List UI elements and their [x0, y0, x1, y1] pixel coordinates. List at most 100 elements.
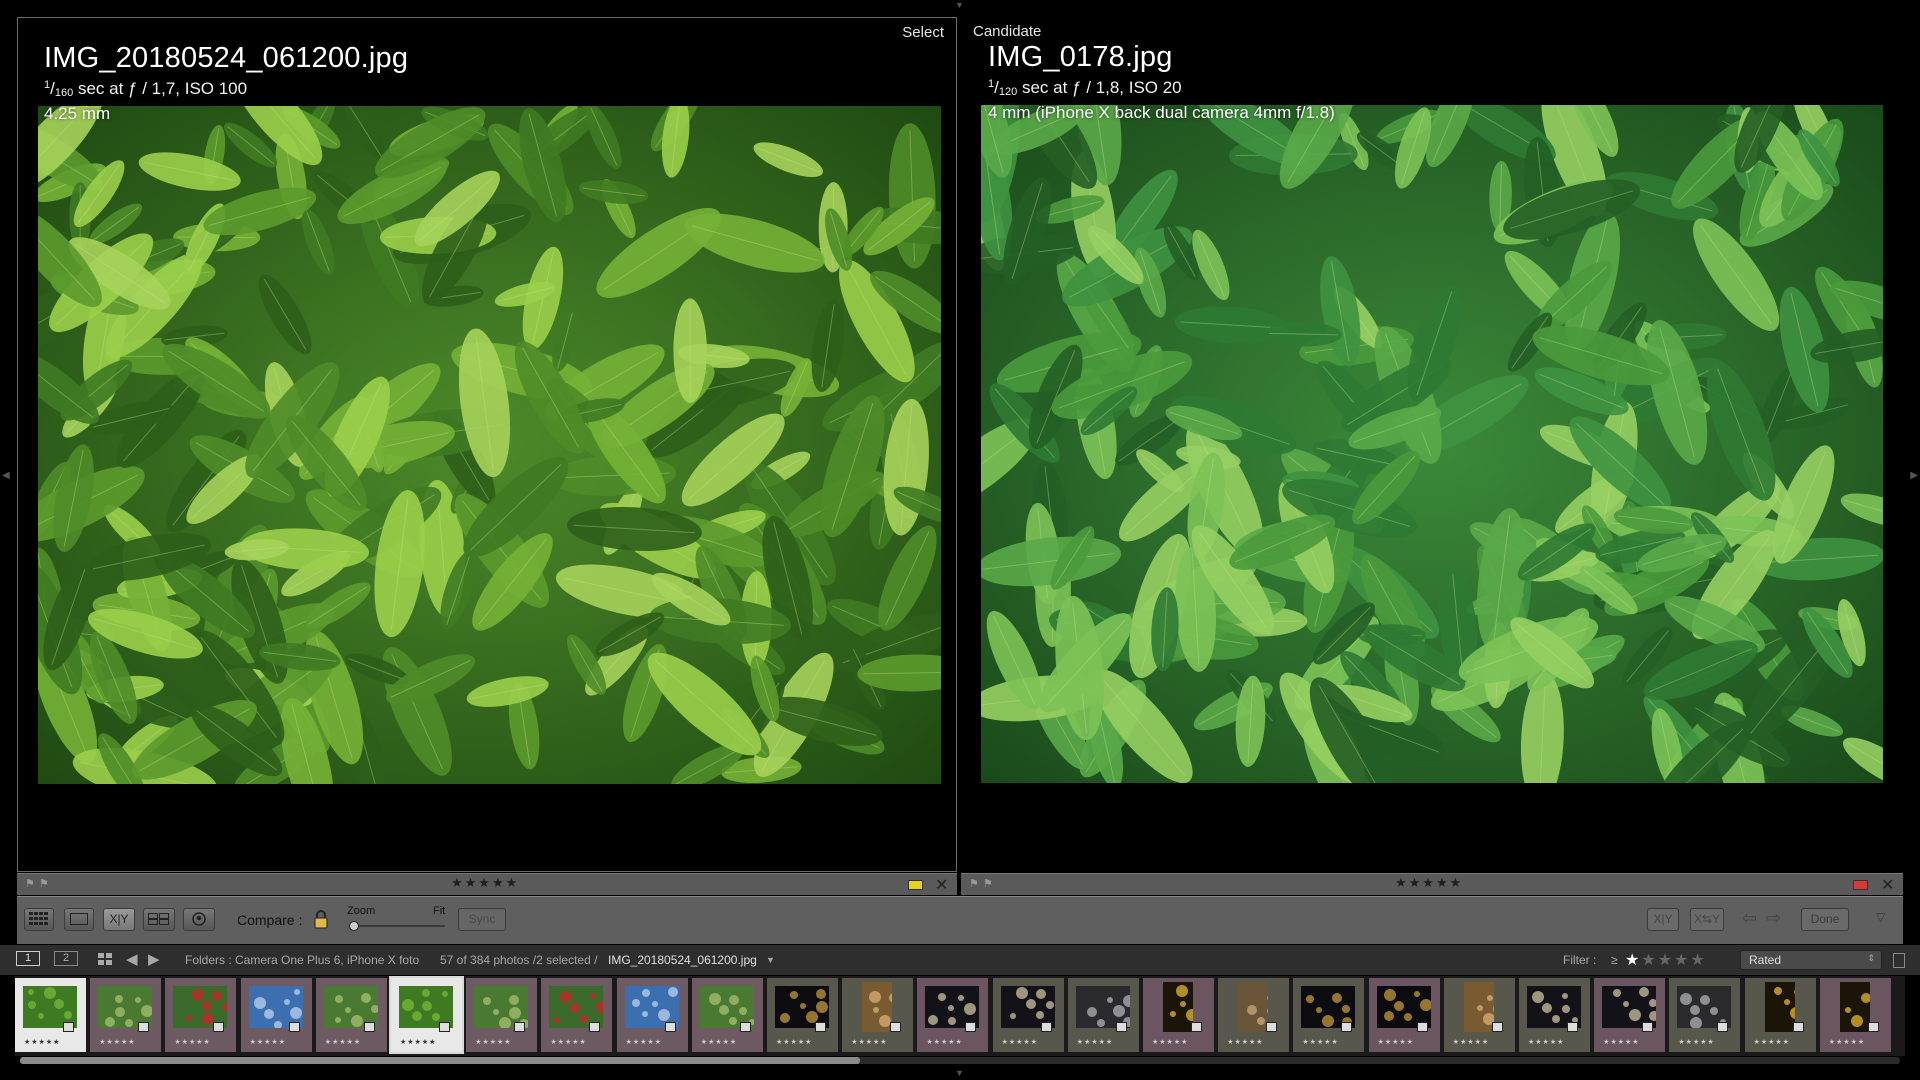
filmstrip-thumbnail[interactable]: ★★★★★ — [1669, 978, 1741, 1052]
metadata-badge-icon — [739, 1022, 751, 1032]
candidate-close-icon[interactable]: ✕ — [1881, 875, 1894, 895]
filmstrip-thumbnail[interactable]: ★★★★★ — [842, 978, 914, 1052]
thumbnail-image — [1163, 982, 1193, 1032]
flag-icon[interactable]: ⚑ — [25, 879, 35, 890]
back-arrow-icon[interactable]: ◀ — [126, 950, 138, 968]
filter-star[interactable]: ★ — [1690, 952, 1706, 969]
sync-button[interactable]: Sync — [458, 908, 506, 931]
thumbnail-rating-stars: ★★★★★ — [1076, 1039, 1114, 1046]
filmstrip-thumbnail[interactable]: ★★★★★ — [1293, 978, 1365, 1052]
filter-star[interactable]: ★ — [1658, 952, 1674, 969]
filmstrip-thumbnail[interactable]: ★★★★★ — [466, 978, 538, 1052]
file-menu-chevron-icon[interactable]: ▼ — [766, 955, 775, 965]
filmstrip-current-file[interactable]: IMG_20180524_061200.jpg — [608, 953, 757, 967]
grid-icon[interactable] — [98, 953, 112, 966]
thumbnail-rating-stars: ★★★★★ — [99, 1039, 136, 1046]
previous-arrow-icon[interactable]: ⇦ — [1742, 908, 1757, 929]
second-window-button[interactable]: 2 — [54, 951, 78, 966]
survey-view-button[interactable] — [143, 908, 175, 931]
swap-button[interactable]: X⇆Y — [1690, 908, 1724, 931]
left-panel-toggle-icon[interactable]: ◀ — [2, 470, 10, 481]
filter-preset-value: Rated — [1749, 953, 1782, 967]
metadata-badge-icon — [213, 1022, 225, 1032]
filmstrip-thumbnail[interactable]: ★★★★★ — [1819, 978, 1891, 1052]
zoom-slider-thumb[interactable] — [349, 921, 359, 931]
bottom-panel-toggle-icon[interactable]: ▼ — [955, 1068, 964, 1078]
select-photo-image — [38, 106, 941, 784]
filmstrip-thumbnail[interactable]: ★★★★★ — [992, 978, 1064, 1052]
candidate-rating-stars[interactable]: ★★★★★ — [1395, 875, 1463, 891]
filmstrip-source[interactable]: Folders : Camera One Plus 6, iPhone X fo… — [185, 953, 419, 967]
lock-icon[interactable] — [314, 909, 328, 929]
top-panel-toggle-icon[interactable]: ▼ — [955, 0, 964, 10]
thumbnail-rating-stars: ★★★★★ — [1603, 1039, 1640, 1046]
thumbnail-image — [1839, 982, 1870, 1032]
done-button[interactable]: Done — [1801, 908, 1849, 931]
filmstrip-thumbnail[interactable]: ★★★★★ — [1067, 978, 1139, 1052]
thumbnail-image — [862, 982, 893, 1032]
select-chevron-icon: ⇕ — [1867, 953, 1875, 963]
filmstrip-thumbnail[interactable]: ★★★★★ — [1368, 978, 1440, 1052]
filmstrip-scrollbar-thumb[interactable] — [20, 1057, 860, 1064]
filmstrip-thumbnail[interactable]: ★★★★★ — [240, 978, 312, 1052]
flag-icon[interactable]: ⚑ — [969, 879, 979, 890]
right-panel-toggle-icon[interactable]: ▶ — [1910, 470, 1918, 481]
thumbnail-rating-stars: ★★★★★ — [1528, 1039, 1565, 1046]
thumbnail-rating-stars: ★★★★★ — [700, 1039, 738, 1046]
candidate-photo-image — [981, 105, 1883, 783]
filter-operator[interactable]: ≥ — [1611, 953, 1618, 967]
filmstrip-thumbnail[interactable]: ★★★★★ — [1519, 978, 1590, 1052]
filmstrip-thumbnail[interactable]: ★★★★★ — [315, 978, 387, 1052]
select-photo[interactable] — [38, 106, 941, 784]
candidate-photo[interactable] — [981, 105, 1883, 783]
make-select-button[interactable]: X|Y — [1647, 908, 1679, 931]
next-arrow-icon[interactable]: ⇨ — [1766, 908, 1781, 929]
metadata-badge-icon — [1792, 1022, 1804, 1032]
filter-preset-select[interactable]: Rated ⇕ — [1740, 950, 1882, 970]
filmstrip-thumbnail[interactable]: ★★★★★ — [389, 976, 464, 1054]
filmstrip-thumbnail[interactable]: ★★★★★ — [616, 978, 688, 1052]
filmstrip[interactable]: ★★★★★ ★★★★★ ★★★★★ ★★★★★ ★★★★★ ★★★★★ ★★★★★ ★★★★★… — [15, 976, 1905, 1056]
grid-view-button[interactable] — [24, 908, 54, 931]
select-filename: IMG_20180524_061200.jpg — [44, 42, 409, 74]
forward-arrow-icon[interactable]: ▶ — [148, 950, 160, 968]
filmstrip-thumbnail[interactable]: ★★★★★ — [90, 978, 162, 1052]
thumbnail-image — [1238, 982, 1269, 1032]
filter-lock-icon[interactable] — [1893, 953, 1905, 968]
filter-star[interactable]: ★ — [1674, 952, 1690, 969]
metadata-badge-icon — [1717, 1022, 1729, 1032]
thumbnail-rating-stars: ★★★★★ — [1227, 1039, 1264, 1046]
filmstrip-thumbnail[interactable]: ★★★★★ — [541, 978, 613, 1052]
filmstrip-thumbnail[interactable]: ★★★★★ — [1594, 978, 1666, 1052]
loupe-view-button[interactable] — [64, 908, 94, 931]
metadata-badge-icon — [815, 1022, 826, 1032]
people-view-button[interactable] — [183, 908, 215, 931]
filmstrip-thumbnail[interactable]: ★★★★★ — [15, 978, 86, 1052]
filter-star[interactable]: ★ — [1641, 952, 1657, 969]
reject-flag-icon[interactable]: ⚑ — [983, 879, 993, 890]
candidate-pane[interactable]: Candidate IMG_0178.jpg 1/120 sec at ƒ / … — [961, 17, 1903, 872]
candidate-color-label[interactable] — [1853, 880, 1868, 890]
filmstrip-thumbnail[interactable]: ★★★★★ — [1143, 978, 1214, 1052]
main-window-button[interactable]: 1 — [16, 951, 40, 966]
filmstrip-thumbnail[interactable]: ★★★★★ — [1218, 978, 1290, 1052]
candidate-exif: 1/120 sec at ƒ / 1,8, ISO 20 — [988, 78, 1182, 98]
select-pane[interactable]: Select IMG_20180524_061200.jpg 1/160 sec… — [17, 17, 957, 872]
toolbar-menu-chevron-icon[interactable]: ▽ — [1876, 910, 1885, 924]
metadata-badge-icon — [1115, 1022, 1127, 1032]
filter-rating-stars[interactable]: ★★★★★ — [1625, 950, 1707, 970]
filmstrip-thumbnail[interactable]: ★★★★★ — [691, 978, 763, 1052]
filmstrip-thumbnail[interactable]: ★★★★★ — [767, 978, 838, 1052]
filmstrip-thumbnail[interactable]: ★★★★★ — [165, 978, 237, 1052]
filter-star[interactable]: ★ — [1625, 952, 1641, 969]
compare-view-button[interactable]: X|Y — [103, 908, 135, 931]
filmstrip-thumbnail[interactable]: ★★★★★ — [917, 978, 989, 1052]
select-color-label[interactable] — [908, 880, 923, 890]
reject-flag-icon[interactable]: ⚑ — [39, 879, 49, 890]
filmstrip-thumbnail[interactable]: ★★★★★ — [1443, 978, 1515, 1052]
filmstrip-thumbnail[interactable]: ★★★★★ — [1744, 978, 1816, 1052]
zoom-label: Zoom — [347, 905, 376, 917]
select-rating-stars[interactable]: ★★★★★ — [451, 875, 519, 891]
zoom-slider-track[interactable] — [349, 925, 445, 927]
select-close-icon[interactable]: ✕ — [935, 875, 948, 895]
